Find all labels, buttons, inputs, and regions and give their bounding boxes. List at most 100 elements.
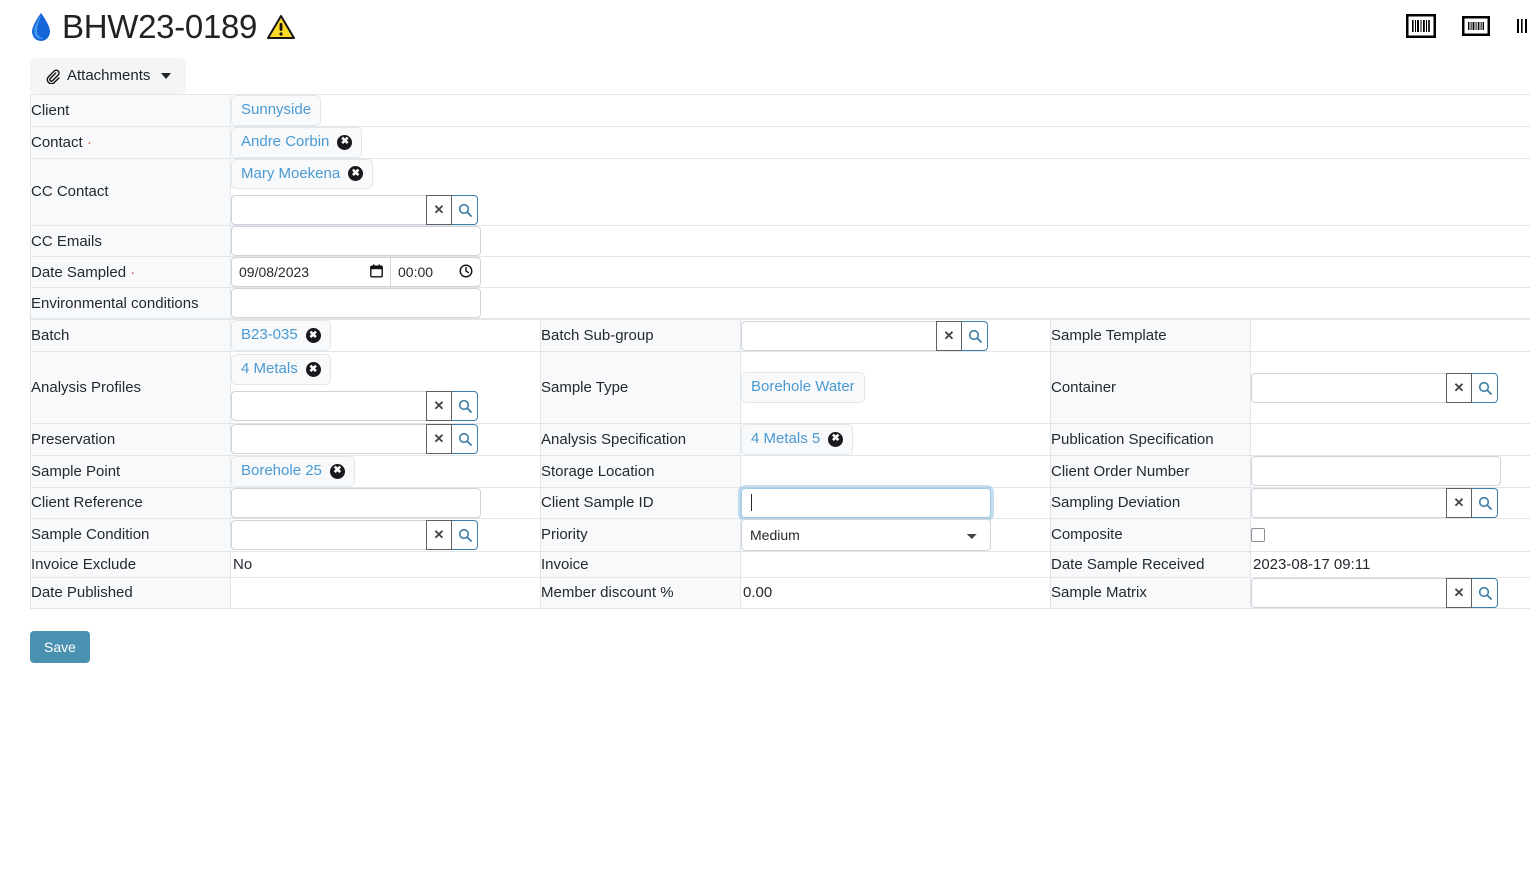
clear-icon[interactable]: ✕: [1446, 578, 1472, 608]
label-text: Member discount %: [541, 584, 674, 601]
chip-remove-icon[interactable]: ✖: [348, 166, 363, 181]
chip-remove-icon[interactable]: ✖: [306, 362, 321, 377]
search-icon[interactable]: [1472, 578, 1498, 608]
title-row: BHW23-0189: [30, 10, 1530, 43]
field-value-analysis-specification: 4 Metals 5 ✖: [741, 424, 1051, 456]
calendar-icon[interactable]: [370, 264, 383, 281]
search-icon[interactable]: [1472, 373, 1498, 403]
field-value-sample-type: Borehole Water: [741, 352, 1051, 424]
field-label-sample-template: Sample Template: [1051, 320, 1251, 352]
water-drop-icon: [30, 12, 52, 42]
label-text: Sample Condition: [31, 526, 149, 543]
field-value-environmental-conditions: [231, 288, 1530, 319]
cc-emails-input[interactable]: [231, 226, 481, 256]
invoice-exclude-value: No: [231, 552, 540, 577]
field-label-preservation: Preservation: [31, 424, 231, 456]
priority-select[interactable]: Medium: [741, 519, 991, 551]
field-value-analysis-profiles: 4 Metals ✖ ✕: [231, 352, 541, 424]
analysis-specification-chip[interactable]: 4 Metals 5 ✖: [741, 424, 853, 455]
clear-icon[interactable]: ✕: [426, 424, 452, 454]
field-label-priority: Priority: [541, 518, 741, 551]
search-icon[interactable]: [962, 321, 988, 351]
clear-icon[interactable]: ✕: [936, 321, 962, 351]
label-text: Contact: [31, 134, 83, 151]
save-button[interactable]: Save: [30, 631, 90, 663]
chip-label: Sunnyside: [241, 101, 311, 120]
search-icon[interactable]: [452, 424, 478, 454]
chip-remove-icon[interactable]: ✖: [306, 328, 321, 343]
barcode-large-icon[interactable]: [1406, 14, 1436, 38]
label-text: Priority: [541, 526, 588, 543]
contact-chip[interactable]: Andre Corbin ✖: [231, 127, 362, 158]
chip-label: B23-035: [241, 326, 298, 345]
client-chip[interactable]: Sunnyside: [231, 95, 321, 126]
batch-chip[interactable]: B23-035 ✖: [231, 320, 331, 351]
chip-remove-icon[interactable]: ✖: [828, 432, 843, 447]
table-row: Sample Point Borehole 25 ✖ Storage Locat…: [31, 455, 1530, 487]
client-sample-id-input[interactable]: [741, 488, 991, 518]
barcode-small-icon[interactable]: [1462, 16, 1490, 36]
field-value-member-discount: 0.00: [741, 577, 1051, 608]
search-icon[interactable]: [1472, 488, 1498, 518]
field-value-composite: [1251, 518, 1530, 551]
container-search-input[interactable]: [1251, 373, 1446, 403]
attachments-dropdown-button[interactable]: Attachments: [30, 58, 186, 94]
sample-condition-search-input[interactable]: [231, 520, 426, 550]
field-label-client: Client: [31, 95, 231, 127]
client-reference-input[interactable]: [231, 488, 481, 518]
date-sampled-input[interactable]: 09/08/2023: [231, 257, 391, 287]
field-value-client: Sunnyside: [231, 95, 1530, 127]
sample-type-chip[interactable]: Borehole Water: [741, 372, 865, 403]
clear-icon[interactable]: ✕: [426, 520, 452, 550]
field-value-invoice-exclude: No: [231, 551, 541, 577]
barcode-partial-icon[interactable]: [1516, 15, 1530, 37]
table-row: Invoice Exclude No Invoice Date Sample R…: [31, 551, 1530, 577]
cc-contact-search-input[interactable]: [231, 195, 426, 225]
warning-triangle-icon: [267, 14, 295, 40]
search-icon[interactable]: [452, 520, 478, 550]
analysis-profiles-search-input[interactable]: [231, 391, 426, 421]
chip-label: Borehole 25: [241, 462, 322, 481]
environmental-conditions-input[interactable]: [231, 288, 481, 318]
chip-remove-icon[interactable]: ✖: [330, 464, 345, 479]
cc-contact-chip[interactable]: Mary Moekena ✖: [231, 159, 373, 190]
batch-sub-group-search-input[interactable]: [741, 321, 936, 351]
table-row: CC Contact Mary Moekena ✖ ✕: [31, 158, 1530, 226]
table-row: Client Reference Client Sample ID Sampli…: [31, 487, 1530, 518]
search-icon[interactable]: [452, 391, 478, 421]
field-value-container: ✕: [1251, 352, 1530, 424]
label-text: Composite: [1051, 526, 1123, 543]
sample-matrix-search-input[interactable]: [1251, 578, 1446, 608]
field-label-analysis-profiles: Analysis Profiles: [31, 352, 231, 424]
field-value-client-reference: [231, 487, 541, 518]
member-discount-value: 0.00: [741, 580, 1050, 605]
sample-point-chip[interactable]: Borehole 25 ✖: [231, 456, 355, 487]
table-row: Client Sunnyside: [31, 95, 1530, 127]
table-row: Batch B23-035 ✖ Batch Sub-group ✕ Sample…: [31, 320, 1530, 352]
clear-icon[interactable]: ✕: [1446, 373, 1472, 403]
label-text: Container: [1051, 379, 1116, 396]
label-text: Date Sample Received: [1051, 556, 1204, 573]
preservation-reference-widget: ✕: [231, 424, 478, 454]
analysis-profiles-reference-widget: ✕: [231, 391, 478, 421]
clear-icon[interactable]: ✕: [426, 195, 452, 225]
sampling-deviation-search-input[interactable]: [1251, 488, 1446, 518]
clear-icon[interactable]: ✕: [1446, 488, 1472, 518]
field-value-publication-specification: [1251, 424, 1530, 456]
label-text: Sample Template: [1051, 327, 1167, 344]
table-row: CC Emails: [31, 226, 1530, 257]
field-value-date-sample-received: 2023-08-17 09:11: [1251, 551, 1530, 577]
chip-remove-icon[interactable]: ✖: [337, 135, 352, 150]
label-text: Batch: [31, 327, 69, 344]
preservation-search-input[interactable]: [231, 424, 426, 454]
search-icon[interactable]: [452, 195, 478, 225]
clear-icon[interactable]: ✕: [426, 391, 452, 421]
clock-icon[interactable]: [459, 264, 473, 281]
composite-checkbox[interactable]: [1251, 528, 1265, 542]
time-sampled-input[interactable]: 00:00: [391, 257, 481, 287]
analysis-profiles-chip[interactable]: 4 Metals ✖: [231, 354, 331, 385]
field-label-cc-emails: CC Emails: [31, 226, 231, 257]
field-label-batch: Batch: [31, 320, 231, 352]
client-order-number-input[interactable]: [1251, 456, 1501, 486]
label-text: CC Emails: [31, 233, 102, 250]
